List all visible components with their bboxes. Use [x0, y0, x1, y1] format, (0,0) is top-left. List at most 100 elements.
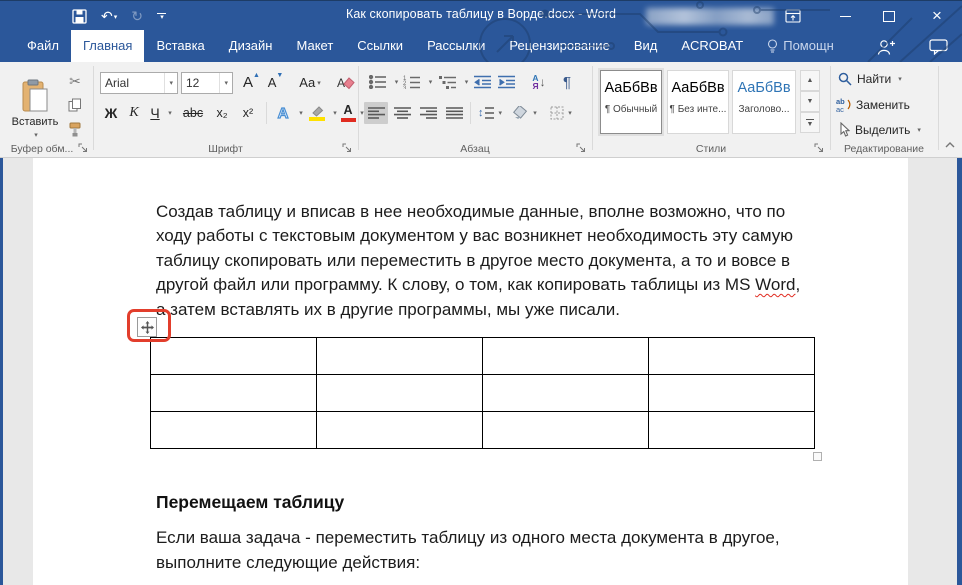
window-border-left	[0, 158, 3, 585]
share-icon[interactable]	[877, 32, 896, 62]
maximize-button[interactable]	[872, 1, 906, 31]
table-cell[interactable]	[649, 412, 815, 449]
font-dialog-launcher-icon[interactable]	[342, 143, 353, 154]
clipboard-dialog-launcher-icon[interactable]	[78, 143, 89, 154]
document-table	[150, 337, 815, 449]
small-separator	[470, 102, 471, 124]
tab-insert[interactable]: Вставка	[144, 30, 216, 62]
shading-button[interactable]: ▾	[510, 102, 540, 124]
tab-view[interactable]: Вид	[622, 30, 670, 62]
tab-layout[interactable]: Макет	[284, 30, 345, 62]
highlight-color-button[interactable]	[306, 102, 328, 124]
document-area: Создав таблицу и вписав в нее необходимы…	[0, 158, 962, 585]
style-card-no-spacing[interactable]: АаБбВв ¶ Без инте...	[667, 70, 729, 134]
numbering-dropdown[interactable]: ▾	[426, 75, 435, 89]
tab-references[interactable]: Ссылки	[345, 30, 415, 62]
clear-formatting-icon[interactable]: A	[334, 70, 358, 94]
table-cell[interactable]	[483, 338, 649, 375]
table-cell[interactable]	[317, 412, 483, 449]
replace-button[interactable]: abac Заменить	[836, 97, 910, 112]
line-spacing-button[interactable]: ↕ ▾	[476, 102, 504, 124]
table-cell[interactable]	[317, 375, 483, 412]
table-resize-handle[interactable]	[813, 452, 822, 461]
table-row	[151, 338, 815, 375]
underline-button[interactable]: Ч	[145, 102, 165, 124]
align-left-button[interactable]	[364, 102, 388, 124]
show-marks-button[interactable]: ¶	[556, 70, 578, 94]
style-card-heading1[interactable]: АаБбВв Заголово...	[732, 70, 796, 134]
minimize-button[interactable]	[828, 1, 862, 31]
document-paragraph[interactable]: Если ваша задача - переместить таблицу и…	[156, 525, 856, 575]
select-button[interactable]: Выделить▾	[838, 122, 921, 137]
tab-review[interactable]: Рецензирование	[497, 30, 621, 62]
document-page[interactable]: Создав таблицу и вписав в нее необходимы…	[33, 158, 908, 585]
ribbon: Вставить ▾ ✂ Буфер обм... Arial▾ 12▾ A▲ …	[0, 62, 962, 158]
multilevel-dropdown[interactable]: ▾	[462, 75, 471, 89]
styles-dialog-launcher-icon[interactable]	[814, 143, 825, 154]
table-row	[151, 412, 815, 449]
grow-font-button[interactable]: A▲	[240, 71, 263, 94]
table-cell[interactable]	[151, 338, 317, 375]
font-size-combobox[interactable]: 12▾	[181, 72, 233, 94]
paragraph-group-label: Абзац	[358, 143, 592, 155]
underline-dropdown[interactable]: ▾	[165, 106, 175, 120]
change-case-button[interactable]: Aa▾	[292, 71, 328, 94]
borders-button[interactable]: ▾	[546, 102, 576, 124]
comment-icon[interactable]	[929, 32, 948, 62]
tab-acrobat[interactable]: ACROBAT	[669, 30, 755, 62]
svg-text:ac: ac	[836, 105, 844, 112]
strikethrough-button[interactable]: abc	[178, 102, 208, 124]
document-heading[interactable]: Перемещаем таблицу	[156, 492, 344, 513]
decrease-indent-icon[interactable]	[472, 72, 494, 92]
font-color-button[interactable]: А	[338, 102, 358, 124]
table-cell[interactable]	[483, 375, 649, 412]
document-paragraph[interactable]: Создав таблицу и вписав в нее необходимы…	[156, 200, 856, 322]
styles-scroll-up-button[interactable]: ▲	[800, 70, 820, 91]
paragraph-dialog-launcher-icon[interactable]	[576, 143, 587, 154]
paste-button[interactable]: Вставить ▾	[8, 68, 62, 150]
multilevel-list-button[interactable]	[436, 72, 460, 92]
justify-button[interactable]	[442, 102, 466, 124]
tab-tell-me[interactable]: Помощн	[755, 30, 846, 62]
editing-group-label: Редактирование	[830, 143, 938, 155]
close-button[interactable]: ×	[920, 1, 954, 31]
italic-button[interactable]: К	[124, 102, 144, 124]
font-name-combobox[interactable]: Arial▾	[100, 72, 178, 94]
cut-icon[interactable]: ✂	[64, 72, 86, 90]
bold-button[interactable]: Ж	[100, 102, 122, 124]
group-separator	[938, 66, 939, 150]
format-painter-icon[interactable]	[64, 120, 86, 138]
table-cell[interactable]	[649, 338, 815, 375]
tab-mailings[interactable]: Рассылки	[415, 30, 497, 62]
align-center-button[interactable]	[390, 102, 414, 124]
table-cell[interactable]	[151, 412, 317, 449]
table-cell[interactable]	[649, 375, 815, 412]
copy-icon[interactable]	[64, 96, 86, 114]
table-cell[interactable]	[317, 338, 483, 375]
text-effects-button[interactable]: А	[272, 102, 294, 124]
table-cell[interactable]	[151, 375, 317, 412]
tab-design[interactable]: Дизайн	[217, 30, 285, 62]
sort-button[interactable]: АЯ ↓	[526, 70, 552, 94]
table-cell[interactable]	[483, 412, 649, 449]
bullets-button[interactable]	[366, 72, 390, 92]
shrink-font-button[interactable]: A▼	[264, 71, 287, 94]
window-border-right	[957, 158, 962, 585]
ribbon-display-options-icon[interactable]	[776, 1, 810, 31]
superscript-button[interactable]: x²	[236, 102, 260, 124]
tab-file[interactable]: Файл	[15, 30, 71, 62]
collapse-ribbon-icon[interactable]	[942, 138, 958, 152]
increase-indent-icon[interactable]	[496, 72, 518, 92]
tab-home[interactable]: Главная	[71, 30, 144, 62]
styles-scroll-down-button[interactable]: ▼	[800, 91, 820, 112]
font-group-label: Шрифт	[93, 143, 358, 155]
styles-gallery-more-button[interactable]: ▼	[800, 112, 820, 133]
text-effects-dropdown[interactable]: ▾	[296, 106, 306, 120]
find-button[interactable]: Найти▾	[838, 72, 902, 86]
numbering-button[interactable]: 123	[400, 72, 424, 92]
subscript-button[interactable]: x₂	[210, 102, 234, 124]
align-right-button[interactable]	[416, 102, 440, 124]
style-card-normal[interactable]: АаБбВв ¶ Обычный	[600, 70, 662, 134]
small-separator	[266, 102, 267, 124]
search-icon	[838, 72, 852, 86]
